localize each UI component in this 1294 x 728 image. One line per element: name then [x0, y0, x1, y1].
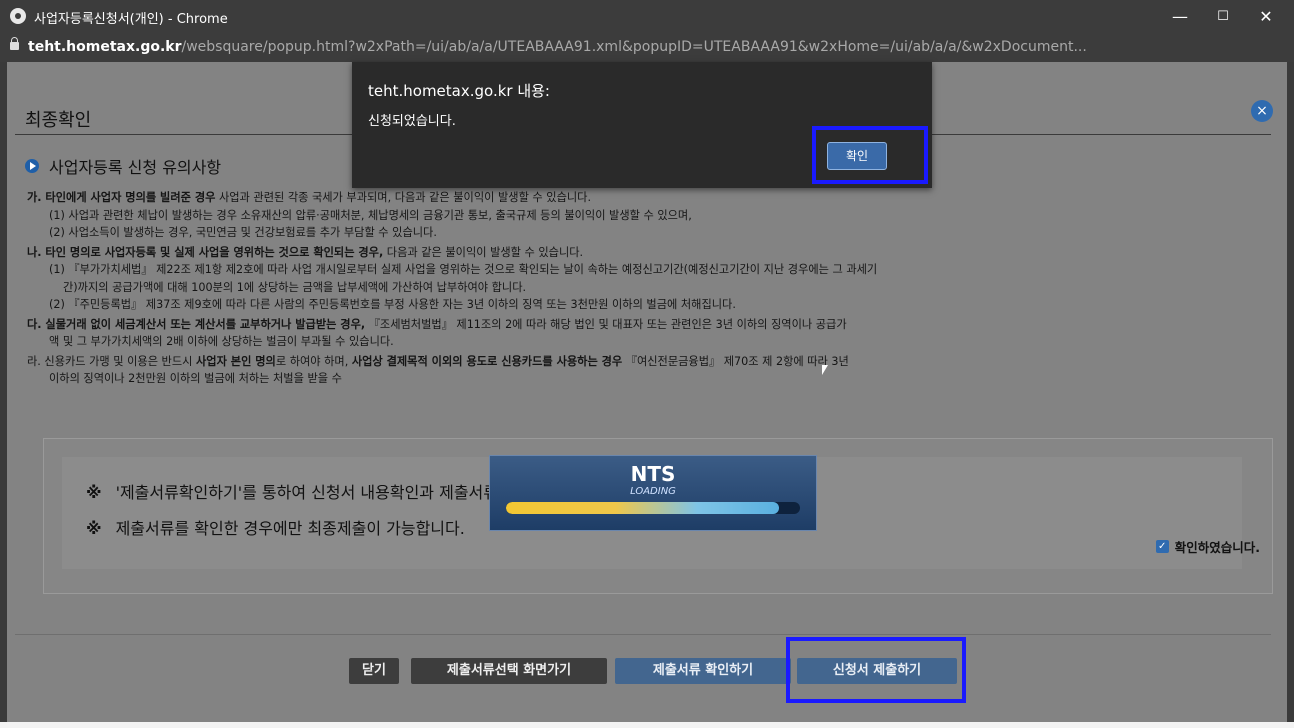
- url-path: /websquare/popup.html?w2xPath=/ui/ab/a/a…: [181, 39, 1087, 55]
- section-na-text: 다음과 같은 불이익이 발생할 수 있습니다.: [383, 245, 584, 259]
- notice-section-da: 다. 실물거래 없이 세금계산서 또는 계산서를 교부하거나 발급받는 경우, …: [27, 316, 1277, 351]
- footer-divider: [15, 634, 1271, 635]
- confirm-checkbox-label[interactable]: 확인하였습니다.: [1175, 537, 1260, 556]
- reference-mark-icon: ※: [86, 519, 102, 538]
- section-na-item-2: (2) 『주민등록법』 제37조 제9호에 따라 다른 사람의 주민등록번호를 …: [49, 298, 736, 311]
- close-window-button[interactable]: ✕: [1246, 4, 1286, 30]
- section-ra-pre: 라. 신용카드 가맹 및 이용은 반드시: [27, 354, 196, 368]
- close-button[interactable]: 닫기: [349, 658, 399, 684]
- ok-highlight-box: [812, 126, 928, 184]
- window-title: 사업자등록신청서(개인) - Chrome: [34, 12, 228, 27]
- section-ga-item-1: (1) 사업과 관련한 체납이 발생하는 경우 소유재산의 압류·공매처분, 체…: [49, 208, 692, 222]
- section-na-bold: 나. 타인 명의로 사업자등록 및 실제 사업을 영위하는 것으로 확인되는 경…: [27, 245, 384, 259]
- popup-title: 최종확인: [25, 110, 92, 131]
- alert-message: 신청되었습니다.: [368, 114, 456, 129]
- loading-progress-fill: [506, 502, 780, 514]
- lock-icon: [10, 37, 19, 50]
- url-host: teht.hometax.go.kr: [28, 39, 182, 55]
- confirm-checkbox[interactable]: ✓: [1155, 540, 1169, 553]
- notice-list: 가. 타인에게 사업자 명의를 빌려준 경우 사업과 관련된 각종 국세가 부과…: [27, 187, 1277, 388]
- maximize-button[interactable]: ☐: [1203, 4, 1243, 30]
- url-text[interactable]: teht.hometax.go.kr/websquare/popup.html?…: [28, 39, 1268, 55]
- confirm-checkbox-row[interactable]: ✓ 확인하였습니다.: [1155, 537, 1260, 556]
- confirm-line-2-text: 제출서류를 확인한 경우에만 최종제출이 가능합니다.: [115, 519, 465, 538]
- section-ra-text2: 『여신전문금융법』 제70조 제 2항에 따라 3년: [622, 354, 849, 368]
- loading-label: LOADING: [630, 486, 676, 497]
- notice-section-ga: 가. 타인에게 사업자 명의를 빌려준 경우 사업과 관련된 각종 국세가 부과…: [27, 189, 1277, 242]
- mouse-cursor-icon: [822, 365, 828, 375]
- reference-mark-icon: ※: [86, 483, 102, 502]
- section-da-text: 『조세범처벌법』 제11조의 2에 따라 해당 법인 및 대표자 또는 관련인은…: [365, 317, 847, 331]
- section-ga-bold: 가. 타인에게 사업자 명의를 빌려준 경우: [27, 191, 216, 204]
- section-ra-text: 로 하여야 하며,: [275, 354, 352, 368]
- section-da-item-1: 액 및 그 부가가치세액의 2배 이하에 상당하는 벌금이 부과될 수 있습니다…: [49, 335, 394, 348]
- notice-section-na: 나. 타인 명의로 사업자등록 및 실제 사업을 영위하는 것으로 확인되는 경…: [27, 244, 1277, 314]
- address-bar[interactable]: teht.hometax.go.kr/websquare/popup.html?…: [0, 34, 1294, 62]
- loading-brand: NTS: [630, 462, 676, 486]
- popup-close-icon[interactable]: ×: [1251, 100, 1273, 122]
- section-ra-bold: 사업자 본인 명의: [196, 354, 276, 368]
- notice-heading-text: 사업자등록 신청 유의사항: [49, 158, 222, 177]
- title-bar: 사업자등록신청서(개인) - Chrome — ☐ ✕: [0, 0, 1294, 34]
- section-da-bold: 다. 실물거래 없이 세금계산서 또는 계산서를 교부하거나 발급받는 경우,: [27, 317, 366, 331]
- chrome-icon: [10, 8, 26, 24]
- section-ga-text: 사업과 관련된 각종 국세가 부과되며, 다음과 같은 불이익이 발생할 수 있…: [215, 191, 591, 204]
- alert-dialog: teht.hometax.go.kr 내용: 신청되었습니다. 확인: [352, 62, 932, 188]
- loading-progress-track: [506, 502, 800, 514]
- section-ra-bold2: 사업상 결제목적 이외의 용도로 신용카드를 사용하는 경우: [351, 354, 623, 368]
- confirm-line-2: ※ 제출서류를 확인한 경우에만 최종제출이 가능합니다.: [86, 515, 465, 539]
- notice-heading: 사업자등록 신청 유의사항: [25, 154, 221, 178]
- section-ga-item-2: (2) 사업소득이 발생하는 경우, 국민연금 및 건강보험료를 추가 부담할 …: [49, 226, 437, 239]
- alert-title: teht.hometax.go.kr 내용:: [368, 82, 550, 100]
- section-ra-item-1: 이하의 징역이나 2천만원 이하의 벌금에 처하는 처벌을 받을 수: [49, 372, 342, 385]
- submit-highlight-box: [786, 637, 966, 703]
- arrow-circle-icon: [25, 159, 39, 173]
- check-docs-button[interactable]: 제출서류 확인하기: [615, 658, 791, 684]
- browser-window: 사업자등록신청서(개인) - Chrome — ☐ ✕ teht.hometax…: [0, 0, 1294, 728]
- bottom-strip: [0, 722, 1294, 728]
- section-na-item-1-cont: 간)까지의 공급가액에 대해 100분의 1에 상당하는 금액을 납부세액에 가…: [63, 280, 527, 294]
- notice-section-ra: 라. 신용카드 가맹 및 이용은 반드시 사업자 본인 명의로 하여야 하며, …: [27, 353, 1277, 388]
- section-na-item-1: (1) 『부가가치세법』 제22조 제1항 제2호에 따라 사업 개시일로부터 …: [49, 263, 878, 276]
- loading-indicator: NTS LOADING: [489, 455, 817, 531]
- minimize-button[interactable]: —: [1160, 4, 1200, 30]
- go-select-docs-button[interactable]: 제출서류선택 화면가기: [411, 658, 607, 684]
